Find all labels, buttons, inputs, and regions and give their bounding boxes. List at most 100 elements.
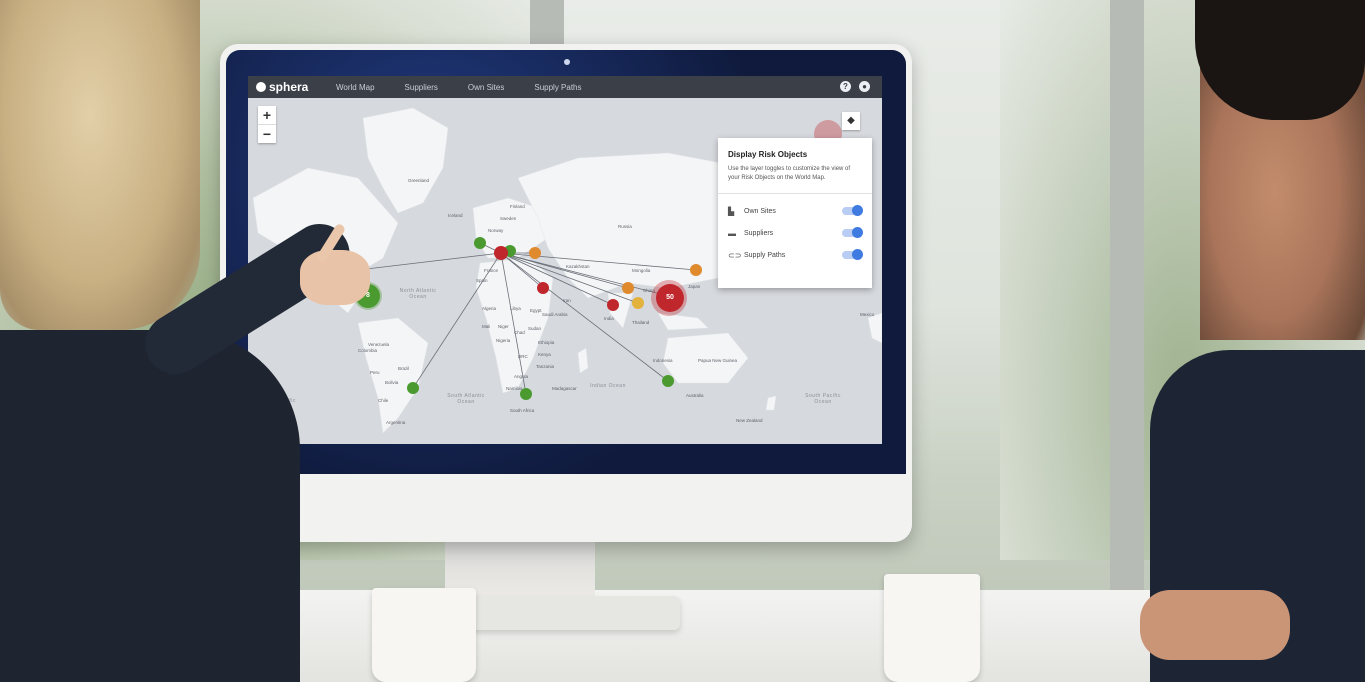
map-label: Kazakhstan [566, 264, 590, 269]
layers-icon: ◆ [847, 115, 855, 126]
map-label: Brazil [398, 366, 410, 371]
supplier-marker[interactable] [474, 237, 486, 249]
brand-logo[interactable]: sphera [256, 80, 336, 94]
map-label: Libya [510, 306, 521, 311]
map-label: Russia [618, 224, 632, 229]
supply-paths-toggle[interactable] [842, 249, 863, 260]
supplier-marker-medium-risk[interactable] [622, 282, 634, 294]
nav-suppliers[interactable]: Suppliers [405, 83, 438, 92]
map-label: Colombia [358, 348, 378, 353]
map-label: Nigeria [496, 338, 511, 343]
map-label: South Africa [510, 408, 535, 413]
map-label: Spain [476, 278, 488, 283]
brand-name: sphera [269, 80, 309, 94]
supplier-marker[interactable] [662, 375, 674, 387]
display-risk-objects-panel: Display Risk Objects Use the layer toggl… [718, 138, 872, 288]
cluster-marker-red[interactable]: 50 [656, 284, 684, 312]
map-label: France [484, 268, 499, 273]
map-label: Finland [510, 204, 525, 209]
map-label: Niger [498, 324, 509, 329]
map-label: Egypt [530, 308, 542, 313]
map-label: New Zealand [736, 418, 763, 423]
monitor-chin [220, 474, 912, 542]
toggle-label: Own Sites [744, 207, 776, 215]
zoom-in-button[interactable]: + [258, 106, 276, 124]
nav-world-map[interactable]: World Map [336, 83, 375, 92]
supplier-marker-low-risk[interactable] [632, 297, 644, 309]
map-label: Bolivia [385, 380, 399, 385]
zoom-out-button[interactable]: − [258, 124, 276, 143]
panel-description: Use the layer toggles to customize the v… [728, 166, 851, 181]
ocean-label: South Atlantic Ocean [447, 393, 485, 405]
factory-icon: ▙ [728, 206, 735, 216]
suppliers-toggle[interactable] [842, 227, 863, 238]
man-hands [1140, 590, 1290, 660]
layers-button[interactable]: ◆ [842, 112, 860, 130]
woman-hair [0, 0, 200, 330]
supplier-marker-medium-risk[interactable] [529, 247, 541, 259]
map-label: Sudan [528, 326, 542, 331]
own-sites-toggle[interactable] [842, 205, 863, 216]
coffee-cup [372, 588, 476, 682]
monitor-stand-base [470, 596, 680, 630]
toggle-row-suppliers[interactable]: ▬ Suppliers [718, 222, 872, 244]
nav-supply-paths[interactable]: Supply Paths [534, 83, 581, 92]
woman-body [0, 330, 300, 682]
map-label: Iceland [448, 213, 463, 218]
panel-title: Display Risk Objects [728, 150, 808, 159]
supplier-marker-medium-risk[interactable] [690, 264, 702, 276]
ocean-label: North Atlantic Ocean [399, 288, 437, 300]
toggle-row-own-sites[interactable]: ▙ Own Sites [718, 200, 872, 222]
toggle-row-supply-paths[interactable]: ⊂⊃ Supply Paths [718, 244, 872, 266]
map-label: Kenya [538, 352, 551, 357]
ocean-label: Indian Ocean [590, 383, 626, 389]
map-label: Mongolia [632, 268, 651, 273]
map-label: Papua New Guinea [698, 358, 738, 363]
user-icon[interactable]: ● [859, 81, 870, 92]
map-label: Ethiopia [538, 340, 555, 345]
divider [718, 193, 872, 194]
map-label: Chad [514, 330, 525, 335]
ocean-label: South Pacific Ocean [805, 393, 841, 405]
map-label: Chile [378, 398, 389, 403]
map-label: Indonesia [653, 358, 673, 363]
map-label: China [643, 288, 655, 293]
map-label: Saudi Arabia [542, 312, 568, 317]
window-mullion [1110, 0, 1144, 600]
map-label: Venezuela [368, 342, 390, 347]
coffee-cup [884, 574, 980, 682]
camera [564, 59, 570, 65]
map-label: Australia [686, 393, 704, 398]
top-navigation-bar: sphera World Map Suppliers Own Sites Sup… [248, 76, 882, 98]
nav-own-sites[interactable]: Own Sites [468, 83, 504, 92]
map-label: Algeria [482, 306, 497, 311]
help-icon[interactable]: ? [840, 81, 851, 92]
supplier-marker-high-risk[interactable] [537, 282, 549, 294]
map-label: Namibia [506, 386, 523, 391]
zoom-controls: + − [258, 106, 276, 143]
supplier-marker-high-risk[interactable] [607, 299, 619, 311]
pointing-hand [300, 250, 370, 305]
map-label: Iran [563, 298, 571, 303]
map-label: Argentina [386, 420, 406, 425]
map-label: Mexico [860, 312, 875, 317]
supplier-marker-high-risk[interactable] [494, 246, 508, 260]
map-label: India [604, 316, 614, 321]
map-label: Mali [482, 324, 491, 329]
map-label: Angola [514, 374, 529, 379]
supplier-marker[interactable] [407, 382, 419, 394]
map-label: DRC [518, 354, 528, 359]
map-label: Tanzania [536, 364, 555, 369]
truck-icon: ▬ [728, 228, 736, 238]
map-label: Peru [370, 370, 380, 375]
link-icon: ⊂⊃ [728, 250, 742, 260]
map-label: Norway [488, 228, 504, 233]
map-label: Japan [688, 284, 701, 289]
map-label: Thailand [632, 320, 650, 325]
toggle-label: Supply Paths [744, 251, 786, 259]
sphera-logo-icon [256, 82, 266, 92]
map-label: Sweden [500, 216, 517, 221]
map-label: Madagascar [552, 386, 577, 391]
toggle-label: Suppliers [744, 229, 774, 237]
map-label: Greenland [408, 178, 430, 183]
